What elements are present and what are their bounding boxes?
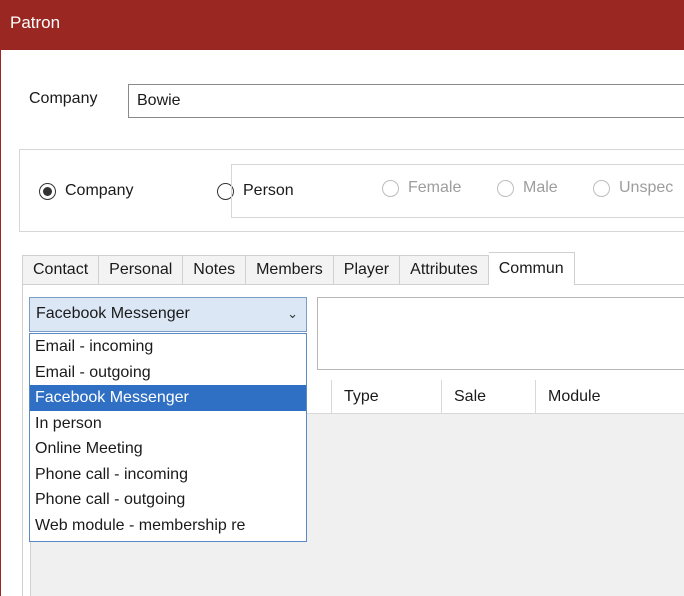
tab-player[interactable]: Player	[333, 255, 401, 285]
dropdown-option[interactable]: Web module - membership re	[30, 513, 306, 539]
tab-notes[interactable]: Notes	[183, 255, 247, 285]
communication-type-dropdown[interactable]: Email - incoming Email - outgoing Facebo…	[29, 333, 307, 542]
dropdown-option[interactable]: Email - outgoing	[30, 360, 306, 386]
radio-unchecked-icon	[593, 179, 610, 197]
radio-company[interactable]: Company	[39, 182, 133, 200]
dropdown-option[interactable]: Online Meeting	[30, 436, 306, 462]
radio-male[interactable]: Male	[497, 179, 558, 197]
dropdown-option-selected[interactable]: Facebook Messenger	[30, 385, 306, 411]
tab-strip: Contact Personal Notes Members Player At…	[22, 252, 575, 285]
company-label: Company	[29, 90, 98, 107]
communication-type-select[interactable]: Facebook Messenger ⌄	[29, 297, 307, 332]
radio-female-label: Female	[408, 179, 462, 196]
tab-communication[interactable]: Commun	[488, 252, 575, 285]
radio-unchecked-icon	[382, 179, 399, 197]
radio-unspecified[interactable]: Unspec	[593, 179, 673, 197]
window-border	[0, 50, 1, 596]
tab-attributes[interactable]: Attributes	[400, 255, 489, 285]
radio-male-label: Male	[523, 179, 558, 196]
radio-company-label: Company	[65, 182, 134, 199]
tab-contact[interactable]: Contact	[22, 255, 100, 285]
dropdown-option[interactable]: Phone call - incoming	[30, 462, 306, 488]
dropdown-option[interactable]: In person	[30, 411, 306, 437]
company-input[interactable]: Bowie	[128, 84, 684, 118]
column-sale[interactable]: Sale	[441, 380, 535, 414]
tab-personal[interactable]: Personal	[99, 255, 184, 285]
window-title: Patron	[10, 13, 61, 32]
communication-type-value: Facebook Messenger	[36, 305, 190, 322]
radio-unspecified-label: Unspec	[619, 179, 674, 196]
radio-checked-icon	[39, 182, 56, 200]
title-bar[interactable]: Patron	[0, 0, 684, 50]
radio-female[interactable]: Female	[382, 179, 461, 197]
dropdown-option[interactable]: Email - incoming	[30, 334, 306, 360]
dropdown-option[interactable]: Phone call - outgoing	[30, 487, 306, 513]
tab-members[interactable]: Members	[246, 255, 334, 285]
chevron-down-icon[interactable]: ⌄	[287, 306, 298, 322]
column-type[interactable]: Type	[331, 380, 441, 414]
communication-text-input[interactable]	[317, 297, 684, 370]
radio-unchecked-icon	[497, 179, 514, 197]
column-module[interactable]: Module	[535, 380, 684, 414]
company-input-value: Bowie	[137, 92, 181, 109]
